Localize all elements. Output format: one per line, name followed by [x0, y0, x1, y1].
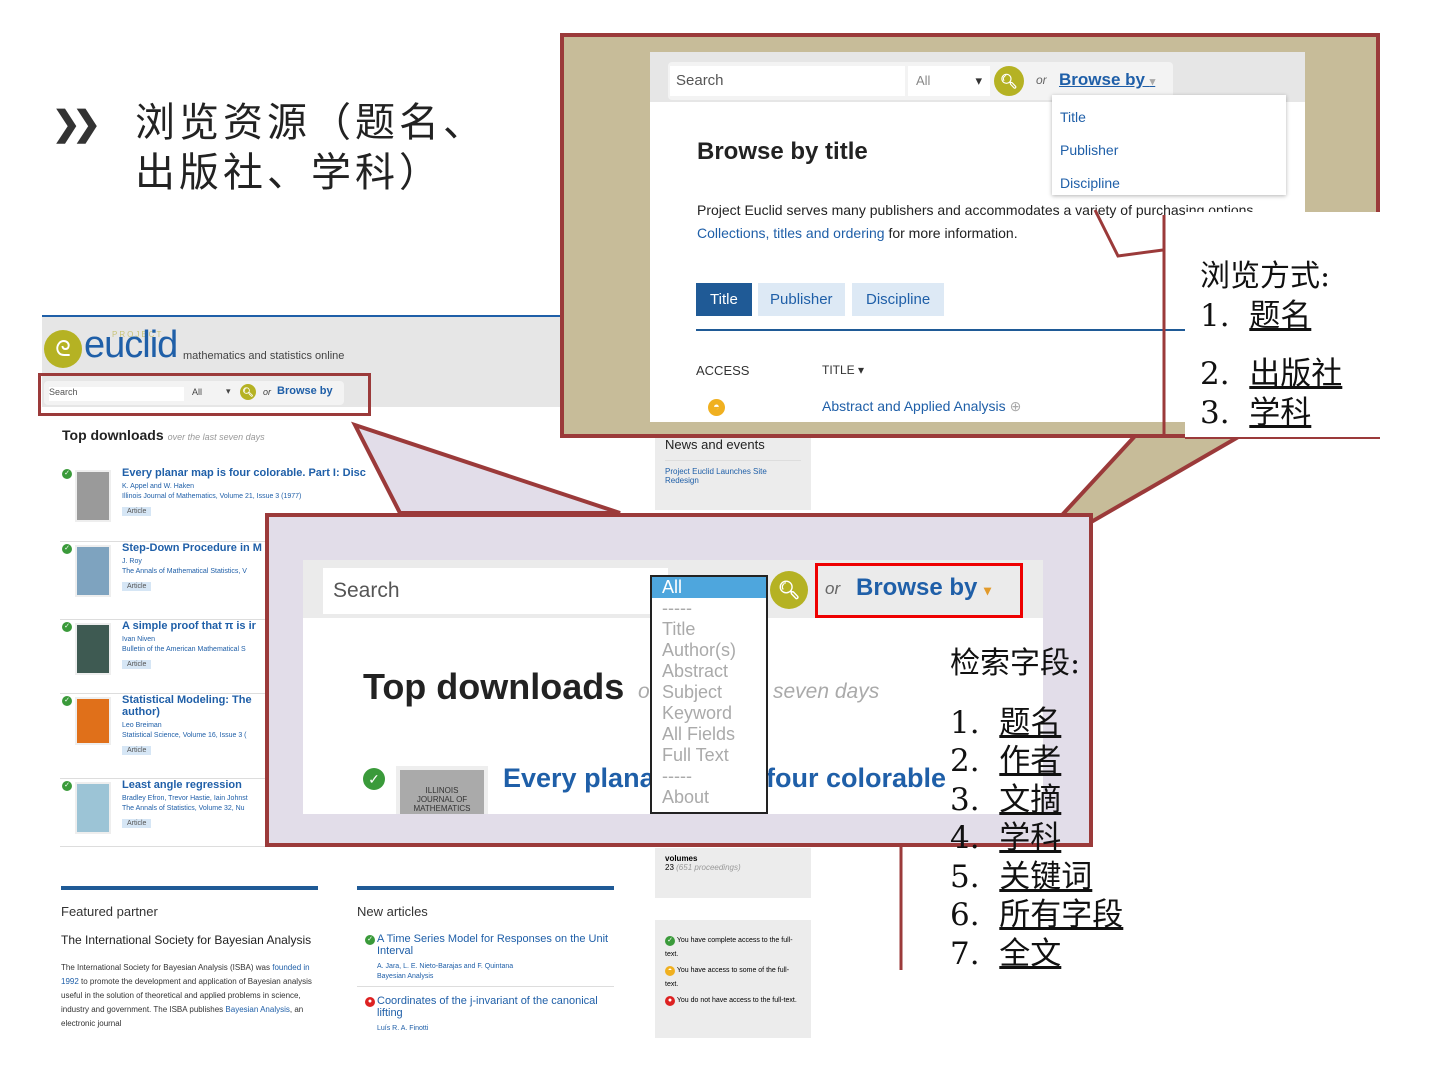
subtitle-fragment: o	[638, 680, 650, 703]
item-number: 3.	[950, 781, 980, 818]
list-item: 4. 学科	[950, 819, 1123, 858]
item-number: 2.	[950, 743, 980, 779]
item-label: 全文	[999, 935, 1062, 972]
browse-methods-list: 浏览方式: 1. 题名 2. 出版社 3. 学科	[1200, 258, 1342, 432]
callout-heading: 浏览方式:	[1200, 259, 1331, 294]
subtitle-fragment: seven days	[773, 680, 880, 703]
item-label: 出版社	[1249, 356, 1343, 392]
browse-highlight	[815, 563, 1023, 618]
item-label: 题名	[999, 704, 1062, 741]
list-item: 3. 文摘	[950, 781, 1123, 820]
item-number: 4.	[950, 820, 980, 856]
dropdown-option[interactable]: About	[652, 787, 766, 808]
list-item: 5. 关键词	[950, 858, 1123, 897]
dropdown-option[interactable]: Keyword	[652, 703, 766, 724]
dropdown-option: -----	[662, 766, 692, 786]
item-number: 2.	[1200, 356, 1230, 392]
item-label: 题名	[1249, 297, 1312, 334]
item-label: 学科	[1249, 394, 1312, 431]
dropdown-option[interactable]: Author(s)	[652, 640, 766, 661]
dropdown-option[interactable]: All Fields	[652, 724, 766, 745]
search-input[interactable]: Search	[323, 568, 668, 614]
dropdown-option[interactable]: Subject	[652, 682, 766, 703]
dropdown-option[interactable]: Title	[652, 619, 766, 640]
list-item: 1. 题名	[1200, 297, 1342, 336]
list-item: 6. 所有字段	[950, 896, 1123, 935]
search-fields-list: 检索字段: 1. 题名 2. 作者 3. 文摘 4. 学科 5. 关键词 6. 所有字段 7…	[950, 645, 1123, 973]
list-item: 7. 全文	[950, 935, 1123, 974]
item-label: 所有字段	[999, 897, 1124, 933]
item-label: 作者	[999, 743, 1062, 779]
article-link[interactable]: Every plana	[503, 763, 655, 794]
item-number: 3.	[1200, 394, 1230, 431]
item-number: 5.	[950, 858, 980, 895]
list-item: 3. 学科	[1200, 394, 1342, 433]
journal-thumbnail[interactable]: ILLINOIS JOURNAL OF MATHEMATICS	[396, 766, 488, 814]
dropdown-option[interactable]: All	[652, 577, 766, 598]
list-item: 1. 题名	[950, 704, 1123, 743]
search-field-dropdown[interactable]: All ----- Title Author(s) Abstract Subject Key…	[650, 575, 768, 814]
callout-heading: 检索字段:	[950, 646, 1081, 681]
list-item: 2. 作者	[950, 742, 1123, 781]
dropdown-option: -----	[662, 598, 692, 618]
item-label: 文摘	[999, 781, 1062, 818]
item-label: 学科	[999, 820, 1062, 856]
item-number: 7.	[950, 935, 980, 972]
dropdown-option[interactable]: Abstract	[652, 661, 766, 682]
item-label: 关键词	[999, 858, 1093, 895]
item-number: 1.	[1200, 297, 1230, 334]
article-link[interactable]: four colorable	[766, 763, 946, 794]
dropdown-option[interactable]: Full Text	[652, 745, 766, 766]
top-downloads-heading: Top downloads	[363, 666, 625, 707]
item-number: 6.	[950, 897, 980, 933]
list-item: 2. 出版社	[1200, 355, 1342, 394]
full-access-icon: ✓	[363, 768, 385, 790]
item-number: 1.	[950, 704, 980, 741]
search-button[interactable]: 🔍︎	[770, 571, 808, 609]
